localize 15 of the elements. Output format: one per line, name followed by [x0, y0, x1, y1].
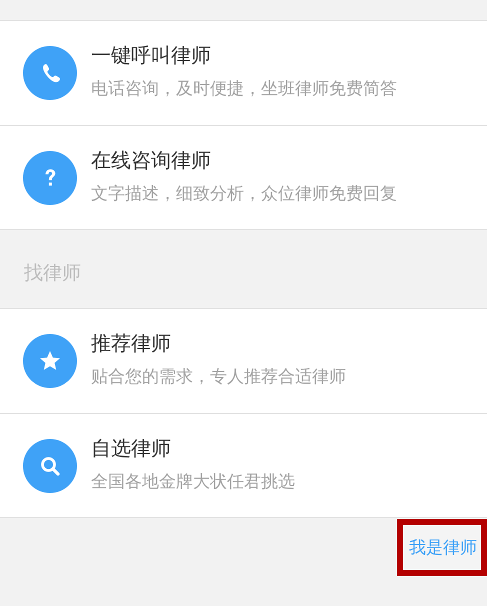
service-description: 贴合您的需求，专人推荐合适律师 — [91, 366, 346, 388]
service-description: 电话咨询，及时便捷，坐班律师免费简答 — [91, 78, 397, 100]
service-title: 自选律师 — [91, 434, 172, 462]
service-item[interactable]: 一键呼叫律师 电话咨询，及时便捷，坐班律师免费简答 — [0, 21, 487, 125]
service-title: 推荐律师 — [91, 330, 172, 357]
phone-icon — [23, 46, 77, 100]
service-description: 文字描述，细致分析，众位律师免费回复 — [91, 182, 397, 204]
service-title: 在线咨询律师 — [91, 146, 212, 174]
service-item[interactable]: 自选律师 全国各地金牌大状任君挑选 — [0, 413, 487, 517]
search-icon — [23, 438, 77, 492]
service-item[interactable]: 在线咨询律师 文字描述，细致分析，众位律师免费回复 — [0, 125, 487, 229]
service-title: 一键呼叫律师 — [91, 42, 212, 69]
service-description: 全国各地金牌大状任君挑选 — [91, 470, 295, 492]
service-item[interactable]: 推荐律师 贴合您的需求，专人推荐合适律师 — [0, 309, 487, 413]
question-icon — [23, 150, 77, 204]
